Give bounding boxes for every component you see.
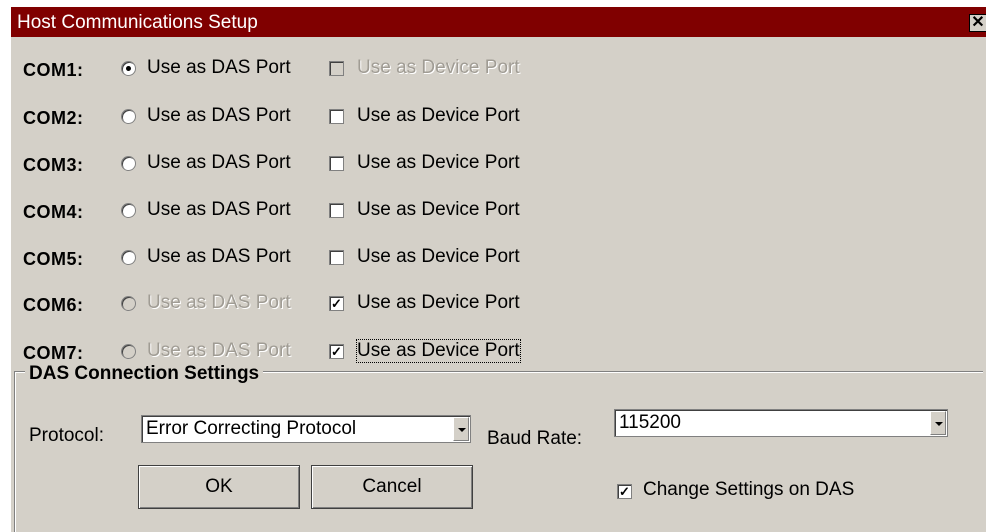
change-settings-label: Change Settings on DAS <box>643 479 855 500</box>
das-port-label[interactable]: Use as DAS Port <box>147 57 291 79</box>
change-settings-checkbox[interactable]: ✓ <box>617 484 632 499</box>
device-port-checkbox[interactable]: ✓ <box>329 344 344 359</box>
device-port-checkbox[interactable] <box>329 203 344 218</box>
das-port-radio[interactable] <box>121 109 136 124</box>
title-bar[interactable]: Host Communications Setup ✕ <box>11 7 986 37</box>
das-port-radio[interactable] <box>121 156 136 171</box>
device-port-checkbox[interactable] <box>329 109 344 124</box>
das-port-label[interactable]: Use as DAS Port <box>147 105 291 127</box>
baud-rate-select[interactable]: 115200 <box>614 409 948 437</box>
port-name: COM7: <box>23 343 84 363</box>
port-row: COM2: Use as DAS Port Use as Device Port <box>11 102 611 132</box>
cancel-button[interactable]: Cancel <box>311 465 473 509</box>
port-row: COM3: Use as DAS Port Use as Device Port <box>11 149 611 179</box>
protocol-dropdown-arrow-icon[interactable] <box>453 417 469 441</box>
port-row: COM1: Use as DAS Port Use as Device Port <box>11 54 611 84</box>
device-port-label[interactable]: Use as Device Port <box>357 246 520 268</box>
device-port-label[interactable]: Use as Device Port <box>357 199 520 221</box>
baud-rate-value: 115200 <box>619 412 681 433</box>
port-name: COM6: <box>23 295 84 315</box>
radio-selected-dot <box>126 66 131 71</box>
port-name: COM4: <box>23 202 84 222</box>
protocol-value: Error Correcting Protocol <box>146 418 357 439</box>
device-port-label: Use as Device Port <box>357 57 520 78</box>
device-port-checkbox <box>329 61 344 76</box>
device-port-label[interactable]: Use as Device Port <box>356 339 521 363</box>
das-port-label: Use as DAS Port <box>147 340 291 361</box>
das-port-radio[interactable] <box>121 250 136 265</box>
das-port-radio <box>121 296 136 311</box>
das-port-radio <box>121 344 136 359</box>
port-name: COM1: <box>23 60 84 80</box>
host-communications-dialog: Host Communications Setup ✕ COM1: Use as … <box>10 6 986 532</box>
port-name: COM5: <box>23 249 84 269</box>
baud-rate-dropdown-arrow-icon[interactable] <box>930 411 946 435</box>
device-port-checkbox[interactable] <box>329 156 344 171</box>
device-port-label[interactable]: Use as Device Port <box>357 105 520 127</box>
das-port-label[interactable]: Use as DAS Port <box>147 152 291 174</box>
port-row: COM5: Use as DAS Port Use as Device Port <box>11 243 611 273</box>
device-port-label[interactable]: Use as Device Port <box>357 292 520 314</box>
baud-rate-label: Baud Rate: <box>487 428 583 449</box>
device-port-label[interactable]: Use as Device Port <box>357 152 520 174</box>
device-port-checkbox[interactable]: ✓ <box>329 296 344 311</box>
device-port-checkbox[interactable] <box>329 250 344 265</box>
ok-button[interactable]: OK <box>138 465 300 509</box>
protocol-select[interactable]: Error Correcting Protocol <box>141 415 471 443</box>
das-port-label[interactable]: Use as DAS Port <box>147 199 291 221</box>
port-name: COM3: <box>23 155 84 175</box>
window-title: Host Communications Setup <box>17 12 258 33</box>
protocol-label: Protocol: <box>29 425 104 446</box>
port-name: COM2: <box>23 108 84 128</box>
das-port-radio[interactable] <box>121 203 136 218</box>
port-row: COM4: Use as DAS Port Use as Device Port <box>11 196 611 226</box>
das-port-radio[interactable] <box>121 61 136 76</box>
das-port-label[interactable]: Use as DAS Port <box>147 246 291 268</box>
close-icon[interactable]: ✕ <box>969 14 986 32</box>
port-row: COM6: Use as DAS Port ✓ Use as Device Port <box>11 289 611 319</box>
das-connection-settings-title: DAS Connection Settings <box>25 363 264 385</box>
das-port-label: Use as DAS Port <box>147 292 291 313</box>
